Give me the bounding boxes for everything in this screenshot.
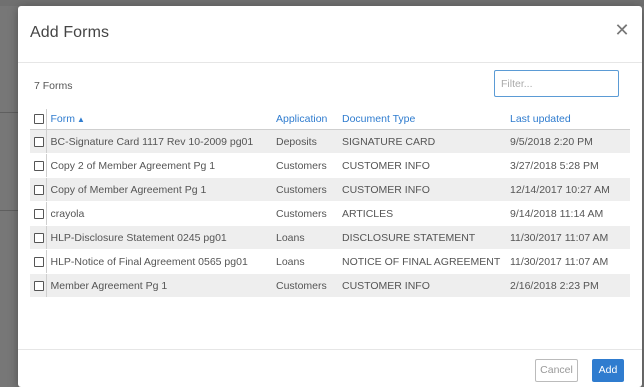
dialog-header: Add Forms ✕	[18, 6, 642, 63]
column-header-form[interactable]: Form ▲	[46, 109, 272, 130]
cell-last-updated: 2/16/2018 2:23 PM	[506, 273, 630, 298]
row-checkbox[interactable]	[34, 280, 44, 291]
cell-document-type: CUSTOMER INFO	[338, 153, 506, 178]
table-row[interactable]: crayola Customers ARTICLES 9/14/2018 11:…	[30, 201, 630, 226]
table-row[interactable]: Member Agreement Pg 1 Customers CUSTOMER…	[30, 273, 630, 298]
add-forms-dialog: Add Forms ✕ 7 Forms Form▲ Application Do…	[18, 6, 642, 387]
cell-document-type: SIGNATURE CARD	[338, 129, 506, 154]
row-checkbox-cell	[30, 273, 47, 298]
cell-form: HLP-Disclosure Statement 0245 pg01	[46, 225, 272, 250]
column-header-form-label: Form	[50, 113, 76, 125]
cell-document-type: ARTICLES	[338, 201, 506, 226]
cancel-button[interactable]: Cancel	[535, 359, 578, 382]
backdrop-divider	[0, 210, 18, 211]
cell-document-type: NOTICE OF FINAL AGREEMENT	[338, 249, 506, 274]
cell-application: Customers	[272, 201, 338, 226]
cell-application: Deposits	[272, 129, 338, 154]
table-row[interactable]: HLP-Notice of Final Agreement 0565 pg01 …	[30, 249, 630, 274]
dialog-footer: Cancel Add	[18, 349, 642, 387]
backdrop-divider	[0, 112, 18, 113]
sort-ascending-icon: ▲	[77, 115, 85, 124]
cell-document-type: CUSTOMER INFO	[338, 273, 506, 298]
cell-form: BC-Signature Card 1117 Rev 10-2009 pg01	[46, 129, 272, 154]
select-all-checkbox-cell[interactable]	[30, 109, 47, 130]
cell-document-type: DISCLOSURE STATEMENT	[338, 225, 506, 250]
row-checkbox[interactable]	[34, 136, 44, 147]
row-checkbox-cell	[30, 153, 47, 178]
add-button[interactable]: Add	[592, 359, 624, 382]
forms-table: Form ▲ Application Document Type Last upd…	[30, 109, 630, 298]
row-checkbox-cell	[30, 201, 47, 226]
row-checkbox[interactable]	[34, 160, 44, 171]
column-header-application[interactable]: Application	[272, 109, 338, 130]
row-checkbox-cell	[30, 249, 47, 274]
cell-last-updated: 9/14/2018 11:14 AM	[506, 201, 630, 226]
row-checkbox-cell	[30, 129, 47, 154]
cell-form: crayola	[46, 201, 272, 226]
row-checkbox-cell	[30, 177, 47, 202]
cell-application: Customers	[272, 153, 338, 178]
table-header-row: Form ▲ Application Document Type Last upd…	[30, 109, 630, 130]
cell-last-updated: 9/5/2018 2:20 PM	[506, 129, 630, 154]
column-header-document-type[interactable]: Document Type	[338, 109, 506, 130]
row-checkbox[interactable]	[34, 256, 44, 267]
cell-last-updated: 12/14/2017 10:27 AM	[506, 177, 630, 202]
row-checkbox-cell	[30, 225, 47, 250]
cell-form: HLP-Notice of Final Agreement 0565 pg01	[46, 249, 272, 274]
cell-last-updated: 3/27/2018 5:28 PM	[506, 153, 630, 178]
select-all-checkbox[interactable]	[34, 114, 44, 125]
cell-application: Customers	[272, 273, 338, 298]
table-row[interactable]: BC-Signature Card 1117 Rev 10-2009 pg01 …	[30, 129, 630, 154]
table-row[interactable]: Copy of Member Agreement Pg 1 Customers …	[30, 177, 630, 202]
table-row[interactable]: Copy 2 of Member Agreement Pg 1 Customer…	[30, 153, 630, 178]
close-icon[interactable]: ✕	[612, 20, 632, 40]
dialog-title: Add Forms	[30, 24, 110, 41]
cell-application: Loans	[272, 225, 338, 250]
cell-application: Loans	[272, 249, 338, 274]
cell-application: Customers	[272, 177, 338, 202]
cell-last-updated: 11/30/2017 11:07 AM	[506, 249, 630, 274]
column-header-last-updated[interactable]: Last updated	[506, 109, 630, 130]
cell-form: Member Agreement Pg 1	[46, 273, 272, 298]
cell-document-type: CUSTOMER INFO	[338, 177, 506, 202]
forms-count: 7 Forms	[34, 80, 73, 92]
cell-form: Copy 2 of Member Agreement Pg 1	[46, 153, 272, 178]
row-checkbox[interactable]	[34, 208, 44, 219]
table-row[interactable]: HLP-Disclosure Statement 0245 pg01 Loans…	[30, 225, 630, 250]
filter-input[interactable]	[494, 70, 619, 97]
row-checkbox[interactable]	[34, 184, 44, 195]
cell-last-updated: 11/30/2017 11:07 AM	[506, 225, 630, 250]
cell-form: Copy of Member Agreement Pg 1	[46, 177, 272, 202]
row-checkbox[interactable]	[34, 232, 44, 243]
